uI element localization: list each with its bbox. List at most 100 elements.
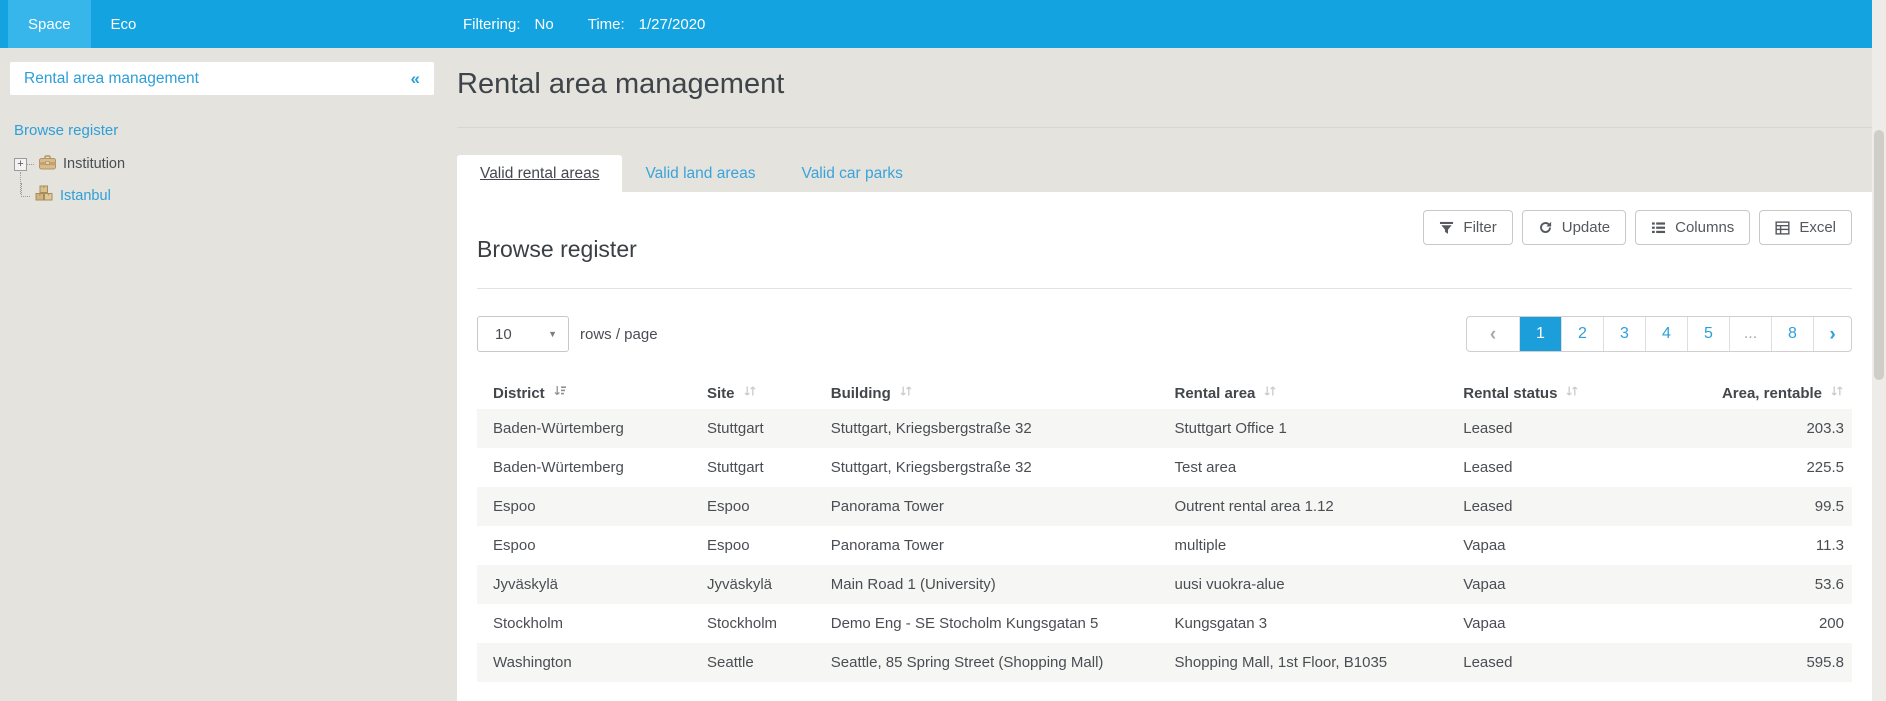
- column-header-district[interactable]: District: [477, 377, 697, 409]
- page-prev-button[interactable]: ‹: [1467, 317, 1519, 351]
- table-row[interactable]: Stockholm Stockholm Demo Eng - SE Stocho…: [477, 604, 1852, 643]
- table-cell: 200: [1618, 604, 1852, 643]
- filter-button-label: Filter: [1463, 219, 1496, 236]
- tree-expander-icon[interactable]: +: [14, 158, 27, 171]
- page-button-2[interactable]: 2: [1561, 317, 1603, 351]
- page-title: Rental area management: [457, 68, 784, 101]
- table-cell: Baden-Würtemberg: [477, 409, 697, 448]
- top-tab-eco[interactable]: Eco: [91, 0, 157, 48]
- tree-item-institution[interactable]: + Institution: [14, 152, 314, 176]
- filter-button[interactable]: Filter: [1423, 210, 1512, 245]
- table-cell: 11.3: [1618, 526, 1852, 565]
- table-cell: Shopping Mall, 1st Floor, B1035: [1165, 643, 1454, 682]
- page-ellipsis: ...: [1729, 317, 1771, 351]
- briefcase-icon: [38, 154, 57, 175]
- sort-icon: [899, 384, 913, 402]
- column-header-building[interactable]: Building: [821, 377, 1165, 409]
- column-header-label: Site: [707, 385, 735, 402]
- column-header-label: Area, rentable: [1722, 385, 1822, 402]
- caret-down-icon: ▼: [548, 329, 557, 339]
- table-cell: Jyväskylä: [697, 565, 821, 604]
- column-header-area-rentable[interactable]: Area, rentable: [1618, 377, 1852, 409]
- table-cell: Panorama Tower: [821, 487, 1165, 526]
- rows-per-page-select[interactable]: 10 ▼: [477, 316, 569, 352]
- table-cell: 595.8: [1618, 643, 1852, 682]
- table-row[interactable]: Espoo Espoo Panorama Tower multiple Vapa…: [477, 526, 1852, 565]
- sidebar-tree: + Institution: [14, 152, 314, 208]
- page-next-button[interactable]: ›: [1813, 317, 1851, 351]
- rental-areas-table: District: [477, 377, 1852, 682]
- table-cell: Espoo: [697, 487, 821, 526]
- table-cell: Outrent rental area 1.12: [1165, 487, 1454, 526]
- page-scrollbar[interactable]: [1872, 0, 1886, 701]
- filtering-value: No: [535, 16, 554, 33]
- boxes-icon: [34, 185, 54, 207]
- top-tab-space[interactable]: Space: [8, 0, 91, 48]
- tab-valid-rental-areas[interactable]: Valid rental areas: [457, 155, 622, 192]
- main-tabs: Valid rental areas Valid land areas Vali…: [457, 155, 926, 192]
- column-header-rental-status[interactable]: Rental status: [1453, 377, 1618, 409]
- toolbar: Filter Update: [1423, 210, 1852, 245]
- column-header-label: Building: [831, 385, 891, 402]
- table-cell: Leased: [1453, 448, 1618, 487]
- table-row[interactable]: Espoo Espoo Panorama Tower Outrent renta…: [477, 487, 1852, 526]
- chevron-right-icon: ›: [1829, 325, 1835, 344]
- column-header-rental-area[interactable]: Rental area: [1165, 377, 1454, 409]
- table-cell: Leased: [1453, 487, 1618, 526]
- update-button[interactable]: Update: [1522, 210, 1626, 245]
- sort-icon: [743, 384, 757, 402]
- table-cell: Stuttgart: [697, 448, 821, 487]
- table-cell: Stockholm: [697, 604, 821, 643]
- table-cell: Jyväskylä: [477, 565, 697, 604]
- table-cell: Main Road 1 (University): [821, 565, 1165, 604]
- table-cell: Vapaa: [1453, 526, 1618, 565]
- scrollbar-thumb[interactable]: [1874, 130, 1884, 380]
- update-button-label: Update: [1562, 219, 1610, 236]
- excel-button-label: Excel: [1799, 219, 1836, 236]
- table-cell: multiple: [1165, 526, 1454, 565]
- content-panel: Browse register Filter: [457, 192, 1872, 701]
- page-button-5[interactable]: 5: [1687, 317, 1729, 351]
- top-bar: Space Eco Filtering: No Time: 1/27/2020: [0, 0, 1872, 48]
- column-header-label: District: [493, 385, 545, 402]
- tab-valid-land-areas[interactable]: Valid land areas: [622, 155, 778, 192]
- tab-valid-car-parks[interactable]: Valid car parks: [779, 155, 926, 192]
- table-row[interactable]: Jyväskylä Jyväskylä Main Road 1 (Univers…: [477, 565, 1852, 604]
- table-cell: Test area: [1165, 448, 1454, 487]
- table-cell: 203.3: [1618, 409, 1852, 448]
- tree-connector: [21, 183, 30, 197]
- column-header-site[interactable]: Site: [697, 377, 821, 409]
- table-cell: Leased: [1453, 643, 1618, 682]
- filtering-label: Filtering:: [463, 16, 521, 33]
- tree-connector: [20, 172, 21, 194]
- pagination: ‹ 1 2 3 4 5 ... 8 ›: [1466, 316, 1852, 352]
- table-cell: Panorama Tower: [821, 526, 1165, 565]
- table-row[interactable]: Washington Seattle Seattle, 85 Spring St…: [477, 643, 1852, 682]
- table-row[interactable]: Baden-Würtemberg Stuttgart Stuttgart, Kr…: [477, 409, 1852, 448]
- page-button-8[interactable]: 8: [1771, 317, 1813, 351]
- topbar-status: Filtering: No Time: 1/27/2020: [463, 0, 739, 48]
- page-button-1[interactable]: 1: [1519, 317, 1561, 351]
- table-cell: Washington: [477, 643, 697, 682]
- excel-button[interactable]: Excel: [1759, 210, 1852, 245]
- column-header-label: Rental area: [1175, 385, 1256, 402]
- page-button-3[interactable]: 3: [1603, 317, 1645, 351]
- page-button-4[interactable]: 4: [1645, 317, 1687, 351]
- sidebar-browse-register-link[interactable]: Browse register: [14, 122, 118, 139]
- table-cell: Stuttgart, Kriegsbergstraße 32: [821, 409, 1165, 448]
- tree-item-istanbul[interactable]: Istanbul: [14, 184, 314, 208]
- section-title: Browse register: [477, 236, 637, 263]
- sidebar-header: Rental area management «: [10, 62, 434, 95]
- divider: [477, 288, 1852, 289]
- list-icon: [1651, 221, 1666, 235]
- divider: [457, 127, 1872, 128]
- table-header-row: District: [477, 377, 1852, 409]
- sidebar-collapse-icon[interactable]: «: [411, 69, 420, 89]
- table-cell: Baden-Würtemberg: [477, 448, 697, 487]
- table-row[interactable]: Baden-Würtemberg Stuttgart Stuttgart, Kr…: [477, 448, 1852, 487]
- filter-icon: [1439, 221, 1454, 235]
- time-value: 1/27/2020: [639, 16, 706, 33]
- columns-button[interactable]: Columns: [1635, 210, 1750, 245]
- table-cell: Vapaa: [1453, 604, 1618, 643]
- table-cell: Stuttgart, Kriegsbergstraße 32: [821, 448, 1165, 487]
